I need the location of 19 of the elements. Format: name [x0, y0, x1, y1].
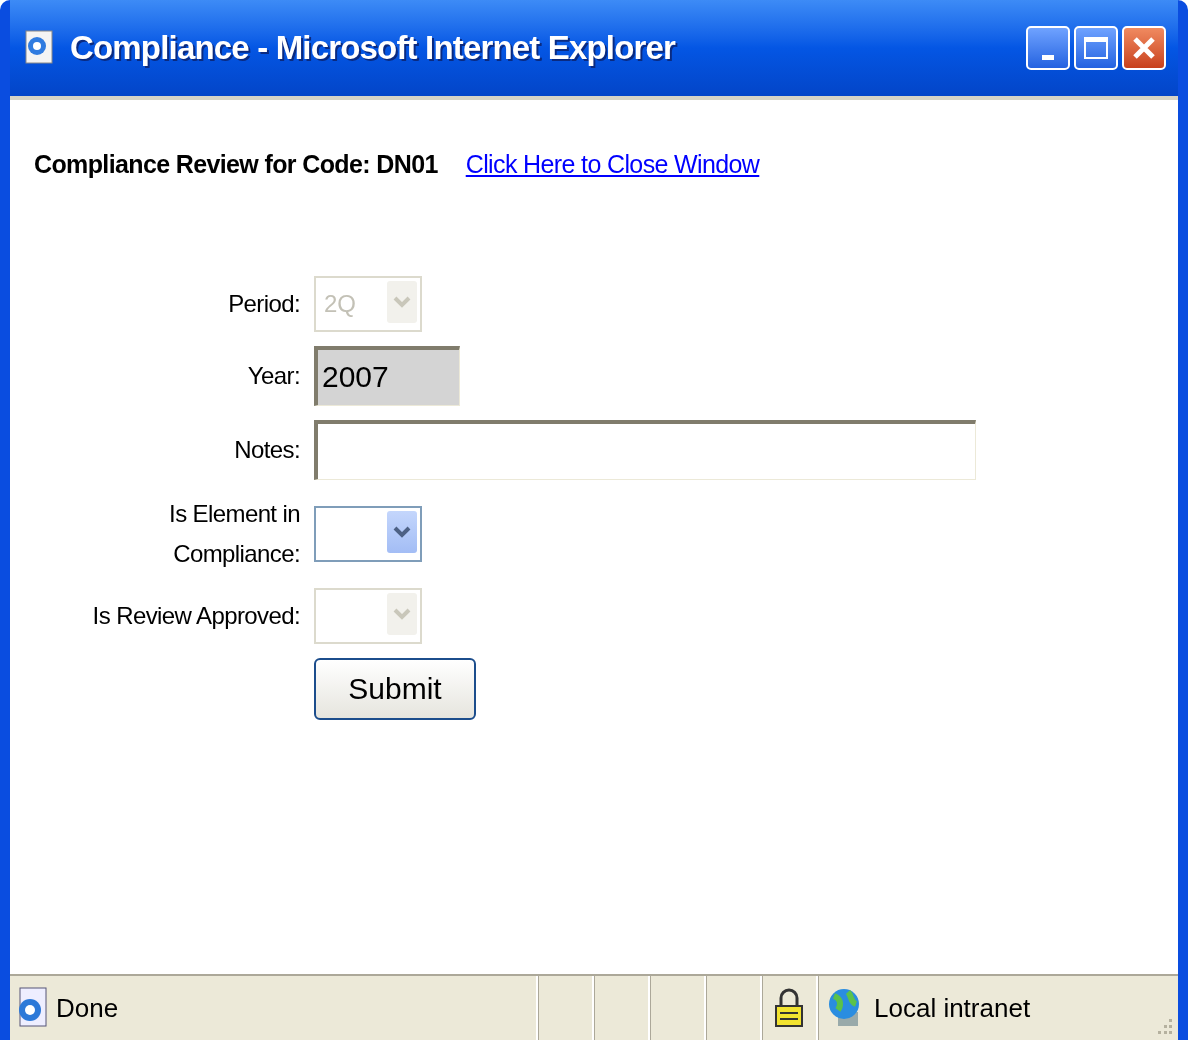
- lock-icon: [774, 988, 804, 1028]
- dropdown[interactable]: [314, 505, 422, 562]
- field-label: Notes:: [234, 434, 300, 465]
- submit-button[interactable]: Submit: [314, 657, 476, 720]
- text-field[interactable]: [314, 419, 976, 480]
- close-icon: [1131, 35, 1157, 61]
- status-text: Done: [56, 991, 120, 1025]
- field-label: Period:: [228, 288, 300, 319]
- window-title: Compliance - Microsoft Internet Explorer: [70, 28, 676, 69]
- field-label: Is Element in Compliance:: [168, 498, 300, 569]
- zone-text: Local intranet: [874, 991, 1031, 1025]
- close-button[interactable]: [1122, 26, 1166, 70]
- minimize-button[interactable]: [1026, 26, 1070, 70]
- close-window-link[interactable]: Click Here to Close Window: [465, 146, 760, 184]
- page-heading: Compliance Review for Code: DN01: [34, 149, 438, 180]
- maximize-button[interactable]: [1074, 26, 1118, 70]
- text-field[interactable]: 2007: [314, 345, 460, 406]
- field-label: Year:: [247, 360, 300, 391]
- field-label: Is Review Approved:: [92, 600, 300, 631]
